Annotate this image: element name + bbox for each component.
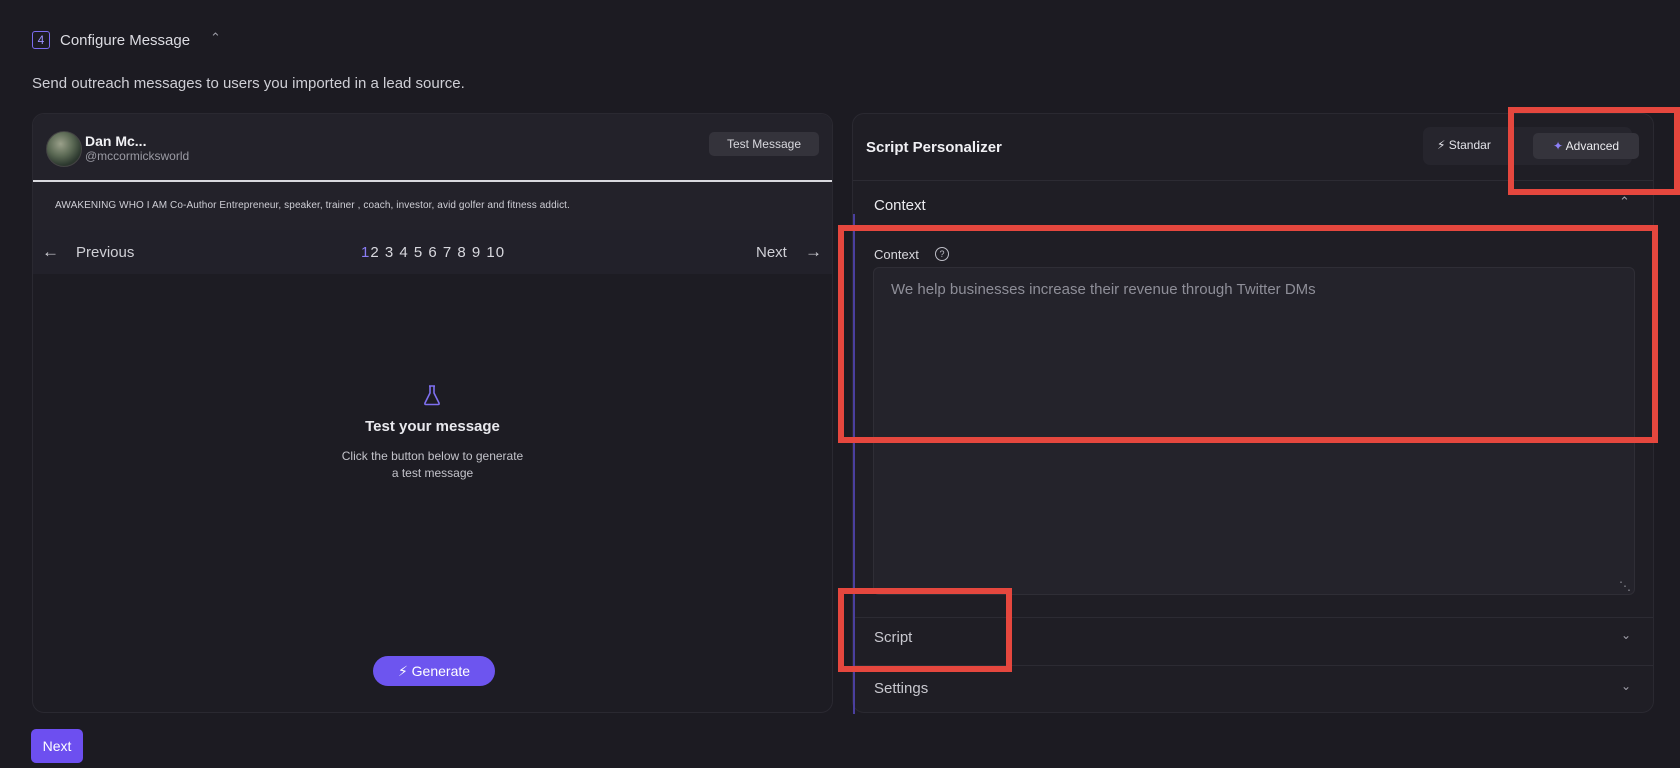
arrow-left-icon[interactable]: ← (42, 242, 59, 262)
page-number-active[interactable]: 1 (361, 244, 370, 261)
step-number-badge: 4 (32, 31, 50, 49)
lead-name: Dan Mc... (85, 133, 147, 149)
avatar (46, 131, 82, 167)
next-lead-button[interactable]: Next (756, 244, 787, 261)
mode-standard-label: Standar (1448, 138, 1491, 152)
page-numbers-rest[interactable]: 2 3 4 5 6 7 8 9 10 (370, 244, 505, 261)
section-title[interactable]: Configure Message (60, 32, 190, 49)
generate-label: Generate (411, 663, 471, 679)
resize-handle-icon[interactable]: ⋱ (1619, 579, 1631, 593)
highlight-context (838, 225, 1658, 443)
flask-icon (424, 385, 440, 406)
context-section-header[interactable]: Context (874, 197, 926, 214)
chevron-down-icon[interactable]: ⌄ (1621, 628, 1631, 642)
section-description: Send outreach messages to users you impo… (32, 75, 465, 92)
empty-state-title: Test your message (365, 418, 500, 435)
settings-section-header[interactable]: Settings (874, 680, 928, 697)
arrow-right-icon[interactable]: → (805, 242, 822, 262)
next-step-button[interactable]: Next (31, 729, 83, 763)
empty-state-line-2: a test message (391, 466, 474, 480)
mode-standard-button[interactable]: ⚡︎ Standar (1437, 138, 1491, 152)
highlight-script (838, 588, 1012, 672)
message-preview-panel: Dan Mc... @mccormicksworld Test Message … (32, 113, 833, 713)
highlight-advanced (1508, 107, 1680, 195)
test-message-button[interactable]: Test Message (709, 132, 819, 156)
chevron-up-icon[interactable]: ⌃ (210, 30, 221, 46)
personalizer-title: Script Personalizer (866, 139, 1002, 156)
chevron-up-icon[interactable]: ⌃ (1619, 194, 1630, 210)
previous-button[interactable]: Previous (76, 244, 134, 261)
lead-handle: @mccormicksworld (85, 149, 190, 163)
lead-profile-header: Dan Mc... @mccormicksworld Test Message (33, 114, 832, 182)
page-numbers[interactable]: 12 3 4 5 6 7 8 9 10 (361, 244, 505, 261)
empty-state-line-1: Click the button below to generate (341, 449, 524, 463)
bolt-icon: ⚡︎ (397, 663, 408, 679)
generate-button[interactable]: ⚡︎ Generate (373, 656, 495, 686)
lead-bio: AWAKENING WHO I AM Co-Author Entrepreneu… (55, 200, 570, 211)
bolt-icon: ⚡︎ (1437, 138, 1446, 152)
empty-state-description: Click the button below to generate a tes… (33, 448, 832, 482)
chevron-down-icon[interactable]: ⌄ (1621, 679, 1631, 693)
